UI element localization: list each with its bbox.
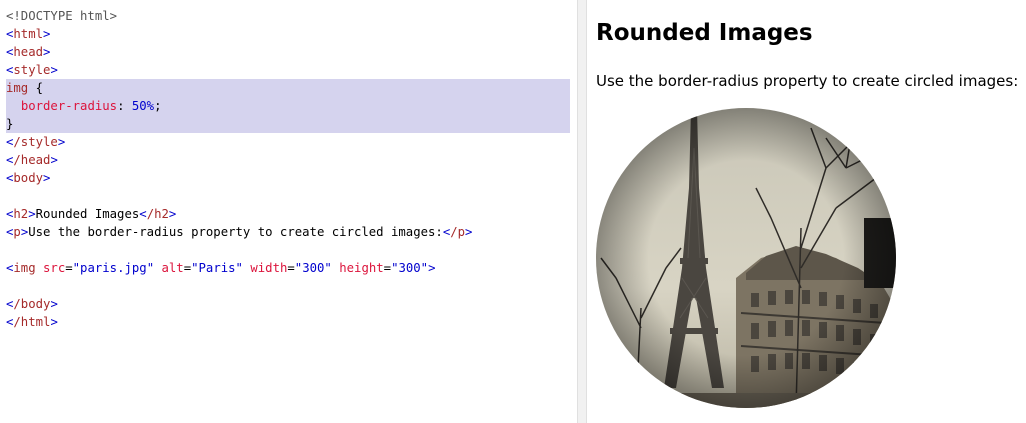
code-line-2: <html>: [6, 27, 51, 41]
code-line-13: <p>Use the border-radius property to cre…: [6, 225, 473, 239]
code-line-7: }: [6, 115, 570, 133]
code-line-6: border-radius: 50%;: [6, 97, 570, 115]
code-line-4: <style>: [6, 63, 58, 77]
result-heading: Rounded Images: [596, 20, 813, 46]
code-line-1: <!DOCTYPE html>: [6, 9, 118, 23]
code-line-15: <img src="paris.jpg" alt="Paris" width="…: [6, 261, 436, 275]
code-line-8: </style>: [6, 135, 66, 149]
code-lines[interactable]: <!DOCTYPE html> <html> <head> <style> im…: [6, 7, 570, 331]
code-line-3: <head>: [6, 45, 51, 59]
code-line-9: </head>: [6, 153, 58, 167]
paris-image: [596, 108, 896, 408]
result-pane: Rounded Images Use the border-radius pro…: [587, 0, 1026, 423]
code-line-5: img {: [6, 79, 570, 97]
code-line-12: <h2>Rounded Images</h2>: [6, 207, 177, 221]
result-paragraph: Use the border-radius property to create…: [596, 72, 1019, 90]
code-line-10: <body>: [6, 171, 51, 185]
code-line-18: </html>: [6, 315, 58, 329]
eiffel-tower-photo: [596, 108, 896, 408]
code-line-17: </body>: [6, 297, 58, 311]
code-editor[interactable]: <!DOCTYPE html> <html> <head> <style> im…: [0, 0, 577, 423]
pane-splitter[interactable]: [577, 0, 587, 423]
